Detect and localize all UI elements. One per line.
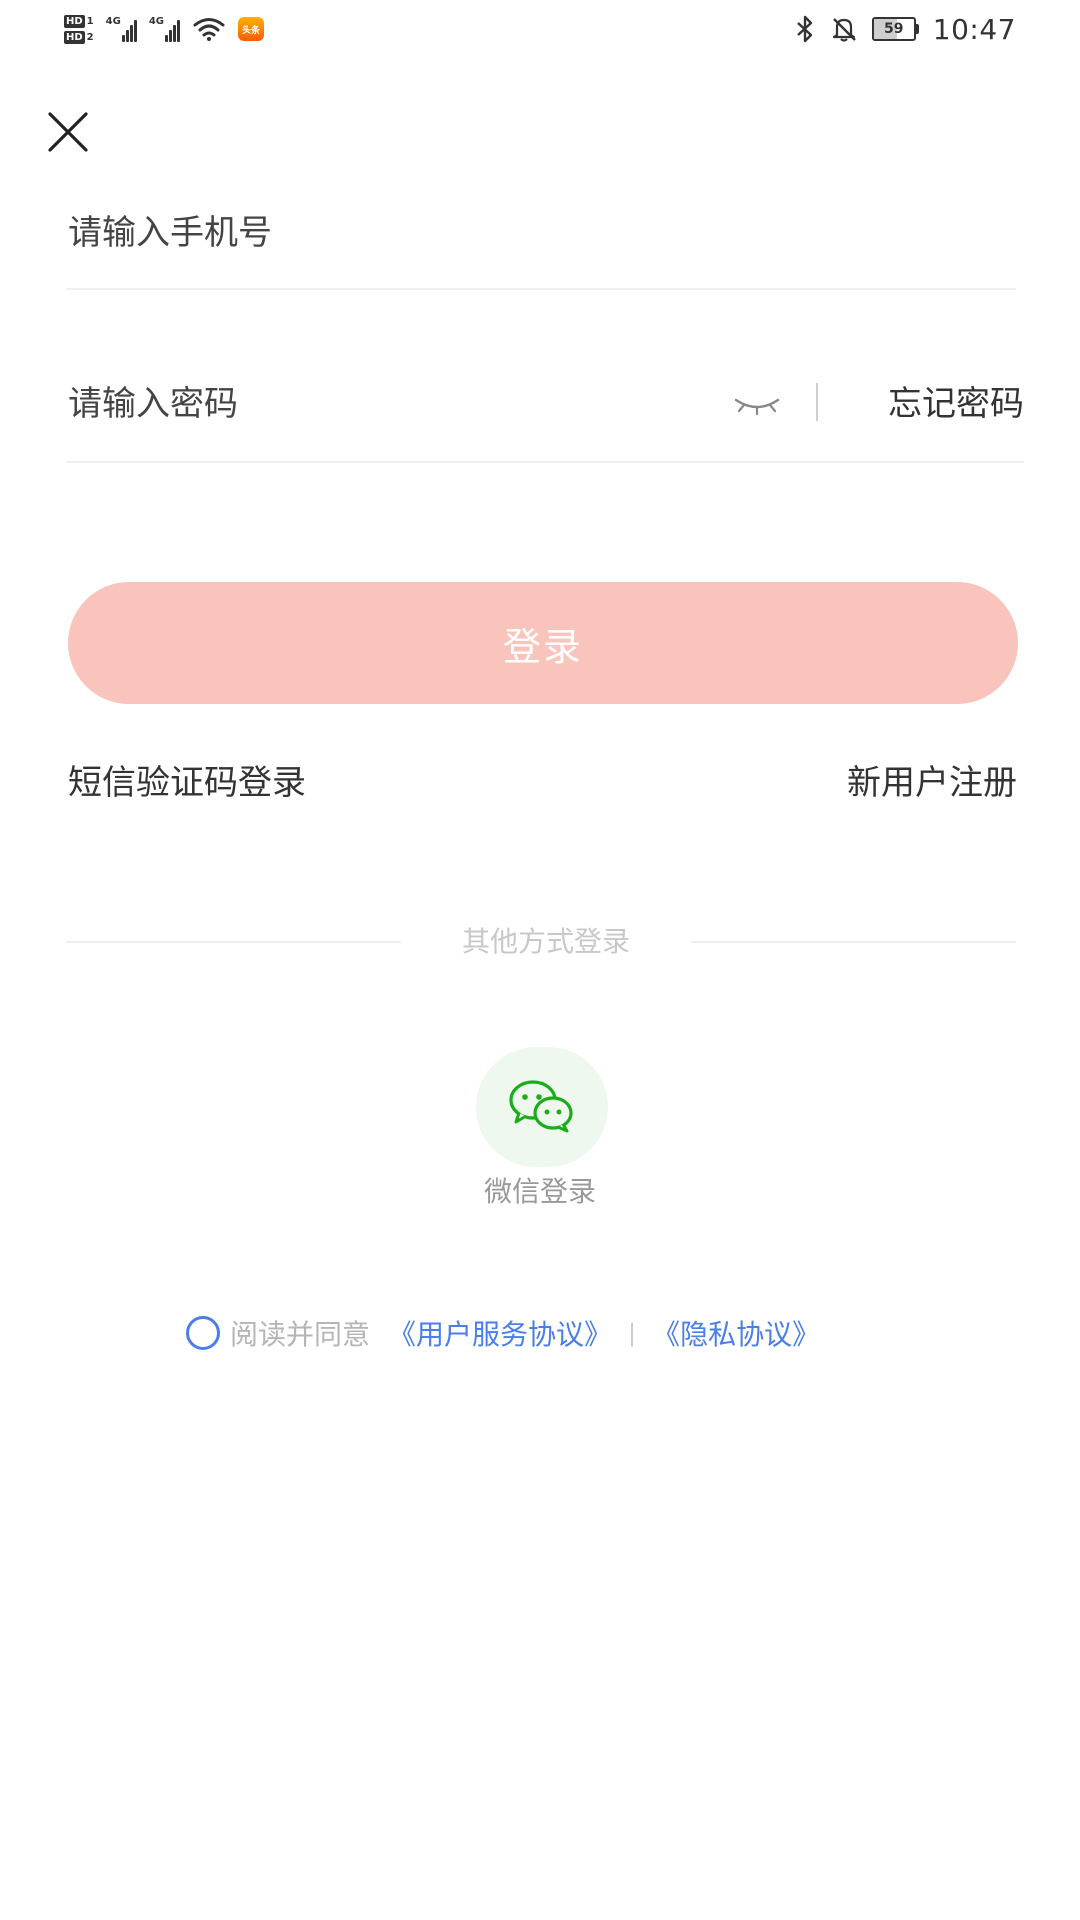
field-divider <box>816 383 818 421</box>
phone-field <box>66 175 1016 290</box>
network-type-label: 4G <box>148 16 164 27</box>
user-agreement-link[interactable]: 《用户服务协议》 <box>388 1313 612 1353</box>
agreement-prefix: 阅读并同意 <box>230 1318 371 1351</box>
other-login-divider: 其他方式登录 <box>66 922 1016 962</box>
hd-indicators: HD 1 HD 2 <box>64 14 94 44</box>
wechat-login-label: 微信登录 <box>483 1175 596 1208</box>
agreement-checkbox[interactable] <box>186 1316 220 1350</box>
app-badge-label: 头条 <box>241 25 260 36</box>
divider-line <box>691 941 1016 943</box>
hd-num: 1 <box>86 15 94 27</box>
status-bar: HD 1 HD 2 4G 4G 头条 59 10:47 <box>0 0 1080 58</box>
other-login-label: 其他方式登录 <box>461 925 630 958</box>
wifi-icon <box>193 18 225 41</box>
close-icon <box>48 112 88 152</box>
forgot-password-link[interactable]: 忘记密码 <box>888 345 1024 463</box>
eye-closed-icon[interactable] <box>732 390 782 418</box>
divider-line <box>66 941 401 943</box>
hd-label: HD <box>64 30 85 44</box>
wechat-icon <box>509 1080 573 1133</box>
network-type-label: 4G <box>105 16 121 27</box>
register-link[interactable]: 新用户注册 <box>847 758 1017 808</box>
agreement-separator: | <box>628 1319 637 1347</box>
status-left: HD 1 HD 2 4G 4G 头条 <box>64 8 264 50</box>
app-notification-icon: 头条 <box>237 17 264 41</box>
bluetooth-icon <box>796 15 812 43</box>
agreement-row: 阅读并同意 《用户服务协议》 | 《隐私协议》 <box>186 1310 820 1356</box>
hd-num: 2 <box>86 31 94 43</box>
battery-level: 59 <box>884 21 904 37</box>
hd-indicator-2: HD 2 <box>64 30 94 44</box>
password-input[interactable] <box>68 345 668 463</box>
status-time: 10:47 <box>932 12 1016 46</box>
battery-icon: 59 <box>871 17 919 41</box>
signal-icon: 4G <box>149 16 180 42</box>
close-button[interactable] <box>46 110 90 154</box>
wechat-login-button[interactable] <box>476 1047 608 1167</box>
hd-indicator-1: HD 1 <box>64 14 94 28</box>
signal-icon: 4G <box>106 16 137 42</box>
status-right: 59 10:47 <box>794 8 1016 50</box>
privacy-policy-link[interactable]: 《隐私协议》 <box>652 1313 820 1353</box>
sms-login-link[interactable]: 短信验证码登录 <box>68 758 306 808</box>
hd-label: HD <box>64 14 85 28</box>
bell-off-icon <box>832 18 856 42</box>
password-field: 忘记密码 <box>66 345 1024 463</box>
login-button[interactable]: 登录 <box>68 582 1018 704</box>
phone-input[interactable] <box>68 175 968 290</box>
